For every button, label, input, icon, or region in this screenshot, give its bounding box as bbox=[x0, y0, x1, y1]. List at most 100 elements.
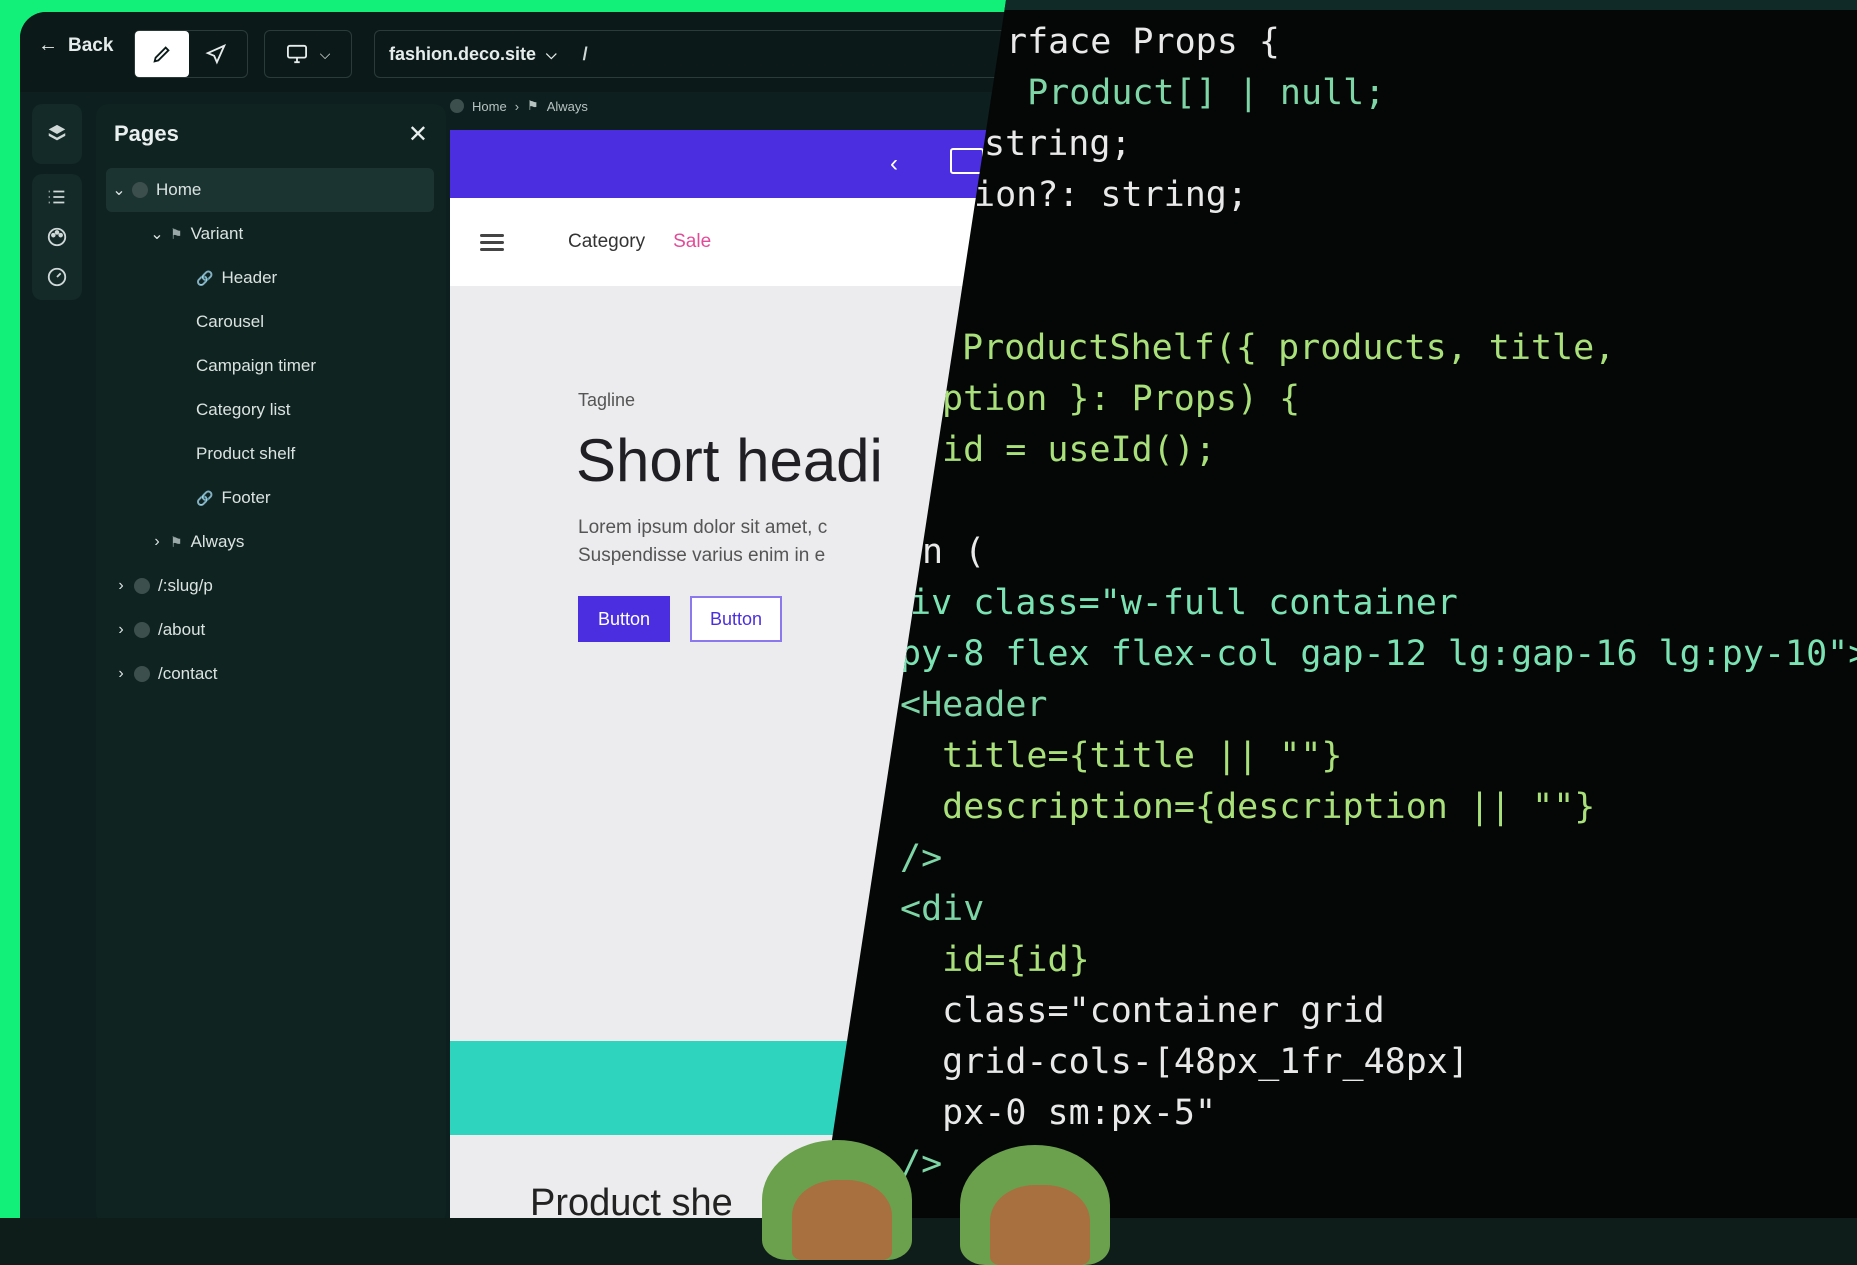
site-label: fashion.deco.site bbox=[389, 43, 537, 64]
hamburger-menu-icon[interactable] bbox=[480, 230, 504, 255]
chevron-right-icon[interactable]: › bbox=[108, 577, 134, 595]
chevron-down-icon: ⌵ bbox=[546, 45, 557, 62]
chevron-right-icon[interactable]: › bbox=[108, 665, 134, 683]
tree-item-label: /about bbox=[158, 620, 206, 639]
chevron-left-icon[interactable]: ‹ bbox=[890, 150, 898, 178]
breadcrumb: Home › ⚑ Always bbox=[450, 98, 588, 114]
pages-panel-header: Pages ✕ bbox=[96, 104, 446, 164]
url-bar[interactable]: fashion.deco.site ⌵ / bbox=[374, 30, 1076, 78]
tree-item-label: Variant bbox=[190, 224, 244, 243]
tree-item-footer[interactable]: 🔗 Footer bbox=[96, 476, 446, 520]
tree-item-campaign-timer[interactable]: Campaign timer bbox=[96, 344, 446, 388]
globe-icon bbox=[134, 578, 150, 594]
code-line: grid-cols-[48px_1fr_48px] bbox=[900, 1042, 1469, 1082]
hero-headline: Short headi bbox=[576, 427, 883, 494]
tree-item-carousel[interactable]: Carousel bbox=[96, 300, 446, 344]
publish-mode-button[interactable] bbox=[189, 31, 243, 77]
globe-icon bbox=[132, 182, 148, 198]
tree-item-label: Campaign timer bbox=[196, 356, 316, 375]
breadcrumb-home[interactable]: Home bbox=[472, 99, 507, 114]
tree-item-header[interactable]: 🔗 Header bbox=[96, 256, 446, 300]
code-line: description={description || ""} bbox=[900, 787, 1595, 827]
device-selector[interactable]: ⌵ bbox=[264, 30, 352, 78]
code-token: Product[] | null; bbox=[1006, 73, 1386, 113]
flag-icon: ⚑ bbox=[170, 225, 183, 242]
tree-item-contact[interactable]: › /contact bbox=[96, 652, 446, 696]
nav-link-sale[interactable]: Sale bbox=[673, 231, 711, 253]
product-shelf-title: Product she bbox=[530, 1182, 733, 1218]
chevron-right-icon: › bbox=[514, 98, 520, 114]
hero-description-line: Suspendisse varius enim in e bbox=[578, 545, 826, 566]
code-line: <div bbox=[900, 889, 984, 929]
site-selector[interactable]: fashion.deco.site ⌵ bbox=[375, 44, 557, 65]
rail-top-group bbox=[32, 104, 82, 164]
code-token: title={title || ""} bbox=[900, 736, 1343, 776]
palette-icon[interactable] bbox=[44, 224, 70, 250]
path-input[interactable]: / bbox=[583, 44, 588, 65]
list-icon[interactable] bbox=[44, 184, 70, 210]
pages-panel-title: Pages bbox=[114, 121, 179, 146]
tree-item-always[interactable]: › ⚑ Always bbox=[96, 520, 446, 564]
gauge-icon[interactable] bbox=[44, 264, 70, 290]
tree-item-label: Category list bbox=[196, 400, 291, 419]
chevron-right-icon[interactable]: › bbox=[144, 533, 170, 551]
hero-primary-button[interactable]: Button bbox=[578, 596, 670, 642]
code-line: py-8 flex flex-col gap-12 lg:gap-16 lg:p… bbox=[900, 634, 1857, 674]
code-token: description={description || ""} bbox=[900, 787, 1596, 827]
code-token: py-8 flex flex-col gap-12 lg:gap-16 lg:p… bbox=[900, 634, 1857, 674]
page-tree: ⌄ Home ⌄ ⚑ Variant 🔗 Header Carousel Cam… bbox=[96, 164, 446, 696]
capybara-face-shape bbox=[792, 1180, 892, 1260]
link-icon: 🔗 bbox=[196, 269, 214, 286]
chevron-down-icon[interactable]: ⌄ bbox=[106, 180, 132, 200]
code-token: id = useId(); bbox=[942, 430, 1216, 470]
nav-link-category[interactable]: Category bbox=[568, 231, 645, 253]
tree-item-label: Header bbox=[221, 268, 278, 287]
icon-rail bbox=[32, 104, 82, 1218]
hero-description: Lorem ipsum dolor sit amet, c Suspendiss… bbox=[578, 514, 827, 570]
send-icon bbox=[205, 43, 227, 65]
tree-item-slug[interactable]: › /:slug/p bbox=[96, 564, 446, 608]
code-line: ProductShelf({ products, title, bbox=[962, 328, 1615, 368]
code-token: id={id} bbox=[900, 940, 1090, 980]
code-line: px-0 sm:px-5" bbox=[900, 1093, 1217, 1133]
chevron-right-icon[interactable]: › bbox=[108, 621, 134, 639]
close-icon[interactable]: ✕ bbox=[408, 120, 428, 149]
code-token: ProductShelf({ products, title, bbox=[962, 328, 1616, 368]
back-label: Back bbox=[68, 34, 114, 56]
tree-item-label: Always bbox=[190, 532, 245, 551]
flag-icon: ⚑ bbox=[527, 98, 539, 113]
arrow-left-icon: ← bbox=[38, 34, 58, 56]
breadcrumb-always[interactable]: Always bbox=[547, 99, 588, 114]
code-line: Product[] | null; bbox=[1006, 73, 1385, 113]
tree-item-variant[interactable]: ⌄ ⚑ Variant bbox=[96, 212, 446, 256]
tree-item-label: Home bbox=[156, 180, 202, 199]
tree-item-label: /:slug/p bbox=[158, 576, 213, 595]
rail-tools-group bbox=[32, 174, 82, 300]
code-line: id={id} bbox=[900, 940, 1090, 980]
hero-secondary-button[interactable]: Button bbox=[690, 596, 782, 642]
code-line: id = useId(); bbox=[942, 430, 1216, 470]
code-line: <Header bbox=[900, 685, 1048, 725]
pencil-icon bbox=[153, 46, 170, 63]
tree-item-label: Carousel bbox=[196, 312, 265, 331]
tree-item-product-shelf[interactable]: Product shelf bbox=[96, 432, 446, 476]
code-line: class="container grid bbox=[900, 991, 1385, 1031]
code-token: /> bbox=[900, 838, 943, 878]
tree-item-about[interactable]: › /about bbox=[96, 608, 446, 652]
code-token: iv class="w-full container bbox=[910, 583, 1458, 623]
pages-panel: Pages ✕ ⌄ Home ⌄ ⚑ Variant 🔗 Header Caro… bbox=[96, 104, 446, 1218]
flag-icon: ⚑ bbox=[170, 533, 183, 550]
layers-icon[interactable] bbox=[44, 121, 70, 147]
edit-mode-button[interactable] bbox=[135, 31, 189, 77]
hero-description-line: Lorem ipsum dolor sit amet, c bbox=[578, 517, 828, 538]
tree-item-home[interactable]: ⌄ Home bbox=[106, 168, 434, 212]
back-button[interactable]: ← Back bbox=[38, 34, 113, 57]
code-line: iv class="w-full container bbox=[910, 583, 1458, 623]
tree-item-category-list[interactable]: Category list bbox=[96, 388, 446, 432]
code-line: /> bbox=[900, 838, 942, 878]
code-line: rface Props { bbox=[1006, 22, 1280, 62]
chevron-down-icon[interactable]: ⌄ bbox=[144, 224, 170, 244]
chevron-down-icon: ⌵ bbox=[319, 45, 331, 62]
tree-item-label: Footer bbox=[221, 488, 271, 507]
code-token: <Header bbox=[900, 685, 1048, 725]
